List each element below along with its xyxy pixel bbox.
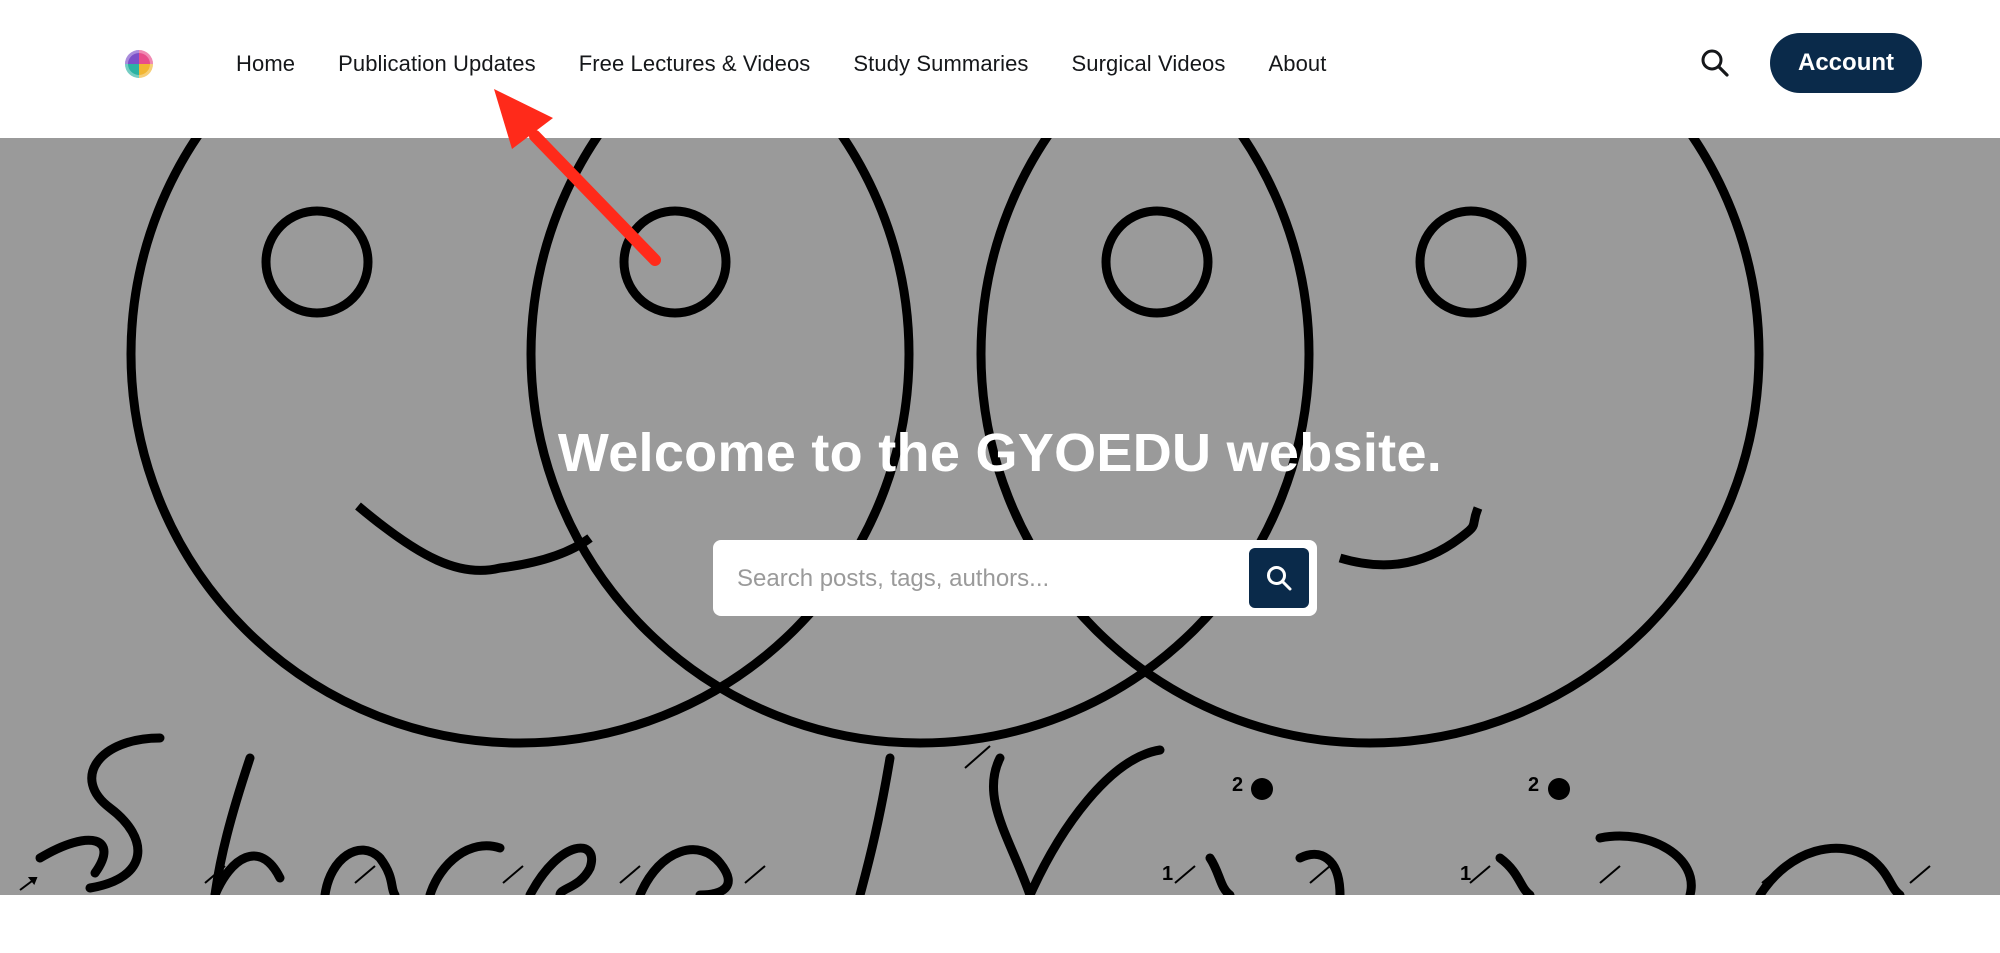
hero-search-box — [713, 540, 1317, 616]
search-submit-button[interactable] — [1249, 548, 1309, 608]
nav-item-home[interactable]: Home — [236, 51, 295, 77]
marker-1-left: 1 — [1162, 863, 1173, 885]
search-input[interactable] — [735, 554, 1219, 604]
site-logo[interactable] — [125, 50, 153, 78]
search-icon — [1267, 566, 1292, 591]
nav-item-surgical-videos[interactable]: Surgical Videos — [1072, 51, 1226, 77]
marker-1-right: 1 — [1460, 863, 1471, 885]
main-nav: Home Publication Updates Free Lectures &… — [236, 46, 1369, 82]
hero-background-illustration: 2 2 1 1 — [19, 138, 1931, 895]
marker-2-left: 2 — [1232, 774, 1243, 796]
account-button[interactable]: Account — [1770, 33, 1922, 93]
nav-item-study-summaries[interactable]: Study Summaries — [853, 51, 1028, 77]
site-header: Home Publication Updates Free Lectures &… — [0, 0, 2000, 138]
nav-item-free-lectures-videos[interactable]: Free Lectures & Videos — [579, 51, 811, 77]
marker-2-right: 2 — [1528, 774, 1539, 796]
nav-item-about[interactable]: About — [1268, 51, 1326, 77]
nav-item-publication-updates[interactable]: Publication Updates — [338, 51, 536, 77]
page-bottom — [0, 895, 2000, 953]
hero-title: Welcome to the GYOEDU website. — [557, 423, 1443, 483]
hero-section: 2 2 1 1 Welcome to the GYOEDU website. — [0, 138, 2000, 895]
search-icon[interactable] — [1700, 48, 1730, 78]
